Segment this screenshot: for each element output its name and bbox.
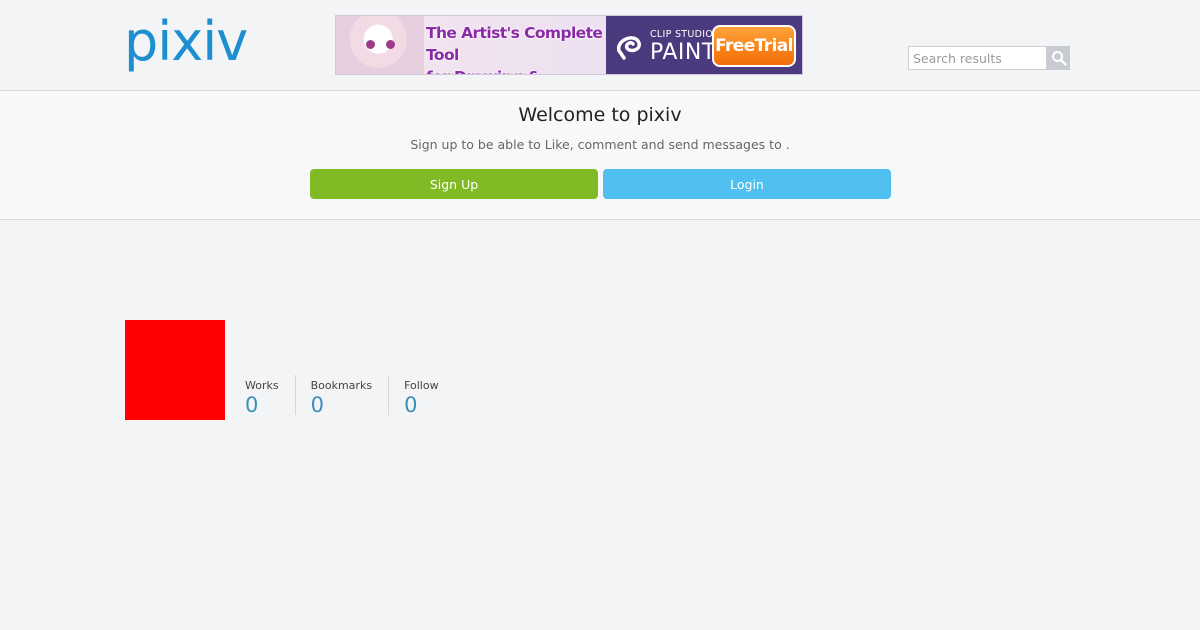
stat-bookmarks[interactable]: Bookmarks 0	[310, 375, 390, 417]
stat-works[interactable]: Works 0	[245, 375, 296, 417]
ad-character-eye	[386, 40, 395, 49]
ad-headline: The Artist's Complete Tool for Drawing &…	[426, 22, 604, 74]
ad-free-trial-button[interactable]: FreeTrial	[712, 25, 796, 67]
sign-up-button[interactable]: Sign Up	[310, 169, 598, 199]
avatar[interactable]	[125, 320, 225, 420]
stat-value: 0	[245, 393, 259, 417]
clip-studio-logo-icon	[617, 36, 641, 60]
welcome-title: Welcome to pixiv	[518, 104, 682, 126]
ad-brand-big: PAINT	[650, 40, 716, 65]
stat-label: Bookmarks	[310, 379, 373, 392]
search-icon	[1051, 51, 1067, 66]
ad-headline-line1: The Artist's Complete Tool	[426, 24, 603, 64]
welcome-subtitle: Sign up to be able to Like, comment and …	[410, 137, 790, 152]
login-button[interactable]: Login	[603, 169, 891, 199]
ad-brand-panel: CLIP STUDIO PAINT FreeTrial	[606, 16, 802, 74]
profile-stats: Works 0 Bookmarks 0 Follow 0	[245, 375, 470, 417]
welcome-panel: Welcome to pixiv Sign up to be able to L…	[0, 91, 1200, 220]
ad-character-eye	[366, 40, 375, 49]
stat-label: Works	[245, 379, 279, 392]
search-button[interactable]	[1047, 46, 1070, 70]
stat-value: 0	[404, 393, 418, 417]
ad-character-illustration	[336, 16, 424, 74]
site-header: pixiv The Artist's Complete Tool for Dra…	[0, 0, 1200, 91]
search-input[interactable]	[908, 46, 1047, 70]
ad-headline-line2: for Drawing & Painting	[426, 66, 604, 74]
stat-value: 0	[310, 393, 324, 417]
stat-label: Follow	[404, 379, 439, 392]
pixiv-logo[interactable]: pixiv	[124, 12, 248, 72]
stat-follow[interactable]: Follow 0	[404, 375, 455, 417]
ad-brand-small: CLIP STUDIO	[650, 29, 714, 40]
ad-artwork-panel: The Artist's Complete Tool for Drawing &…	[336, 16, 606, 74]
search-bar	[908, 46, 1070, 70]
ad-banner[interactable]: The Artist's Complete Tool for Drawing &…	[335, 15, 803, 75]
